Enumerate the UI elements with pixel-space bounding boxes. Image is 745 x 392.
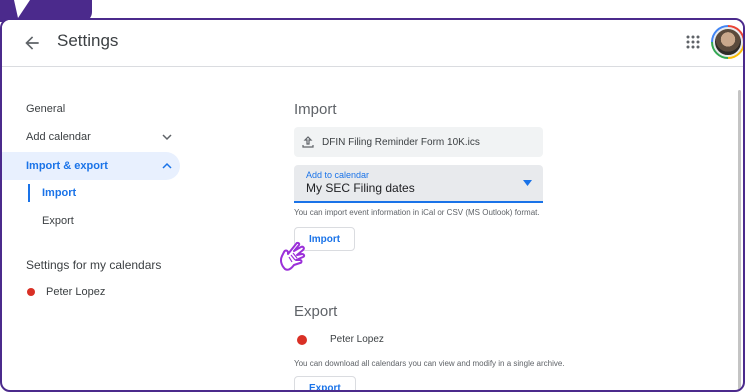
sidebar-subitem-export[interactable]: Export [42, 215, 74, 227]
export-button[interactable]: Export [294, 376, 356, 390]
select-label: Add to calendar [306, 170, 370, 180]
upload-icon [302, 136, 314, 148]
file-picker[interactable]: DFIN Filing Reminder Form 10K.ics [294, 127, 543, 157]
calendar-color-dot [297, 335, 307, 345]
arrow-left-icon[interactable] [22, 33, 42, 53]
settings-sidebar: General Add calendar Import & export Imp… [2, 67, 192, 390]
main-content: Import DFIN Filing Reminder Form 10K.ics… [280, 67, 734, 390]
export-hint: You can download all calendars you can v… [294, 359, 565, 368]
pointing-hand-cursor-icon [280, 241, 306, 271]
sidebar-calendar-peter-lopez[interactable]: Peter Lopez [46, 286, 105, 298]
sidebar-item-general[interactable]: General [2, 95, 180, 123]
sidebar-subitem-import[interactable]: Import [42, 187, 76, 199]
add-to-calendar-select[interactable]: Add to calendar My SEC Filing dates [294, 165, 543, 203]
chevron-up-icon [162, 162, 172, 169]
apps-grid-icon[interactable] [685, 34, 701, 50]
settings-header: Settings [2, 20, 743, 67]
chevron-down-icon [162, 134, 172, 141]
sidebar-item-label: General [26, 103, 66, 115]
import-heading: Import [294, 101, 337, 118]
select-value: My SEC Filing dates [306, 181, 415, 195]
page-title: Settings [57, 31, 119, 50]
calendars-section-label: Settings for my calendars [26, 258, 162, 272]
calendar-settings-window: Settings General Add calendar Import & e… [0, 18, 745, 392]
avatar[interactable] [713, 27, 743, 57]
brand-logo-icon [14, 0, 30, 18]
scrollbar[interactable] [738, 90, 741, 390]
sidebar-item-import-export[interactable]: Import & export [2, 152, 180, 180]
sidebar-item-label: Add calendar [26, 131, 91, 143]
file-name: DFIN Filing Reminder Form 10K.ics [322, 136, 480, 148]
sidebar-item-add-calendar[interactable]: Add calendar [2, 123, 180, 151]
export-heading: Export [294, 303, 338, 320]
selected-indicator [28, 184, 30, 202]
export-calendar-name: Peter Lopez [330, 334, 384, 345]
import-hint: You can import event information in iCal… [294, 208, 540, 217]
calendar-color-dot [27, 288, 35, 296]
sidebar-item-label: Import & export [26, 160, 108, 172]
dropdown-arrow-icon [523, 180, 532, 186]
